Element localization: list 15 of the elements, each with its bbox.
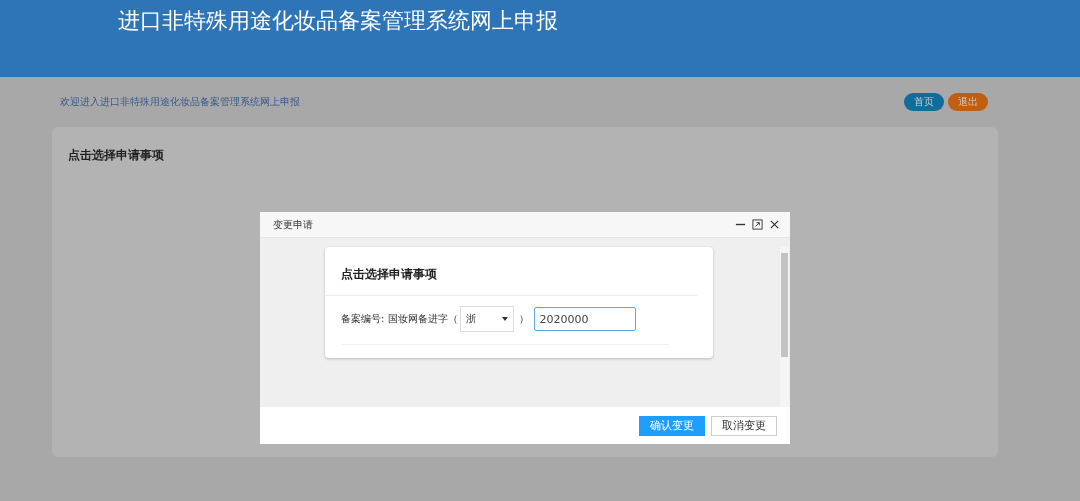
welcome-text: 欢迎进入进口非特殊用途化妆品备案管理系统网上申报 (60, 95, 300, 109)
province-select[interactable]: 浙 (459, 306, 514, 332)
site-title: 进口非特殊用途化妆品备案管理系统网上申报 (118, 6, 558, 35)
number-field[interactable]: 2020000 (533, 307, 636, 331)
nav-button[interactable]: 首页 (904, 93, 944, 111)
caret-icon (501, 317, 508, 321)
maximize-icon[interactable] (752, 219, 763, 230)
dialog-title: 变更申请 (273, 217, 313, 232)
field-label: 备案编号: 国妆网备进字（ (341, 312, 458, 326)
close-icon[interactable] (769, 219, 780, 230)
card-title: 点击选择申请事项 (325, 247, 697, 296)
paren-text: ） (518, 312, 529, 326)
scrollbar[interactable] (780, 247, 789, 407)
panel-title: 点击选择申请事项 (68, 147, 165, 164)
dialog-button[interactable]: 取消变更 (711, 415, 777, 436)
